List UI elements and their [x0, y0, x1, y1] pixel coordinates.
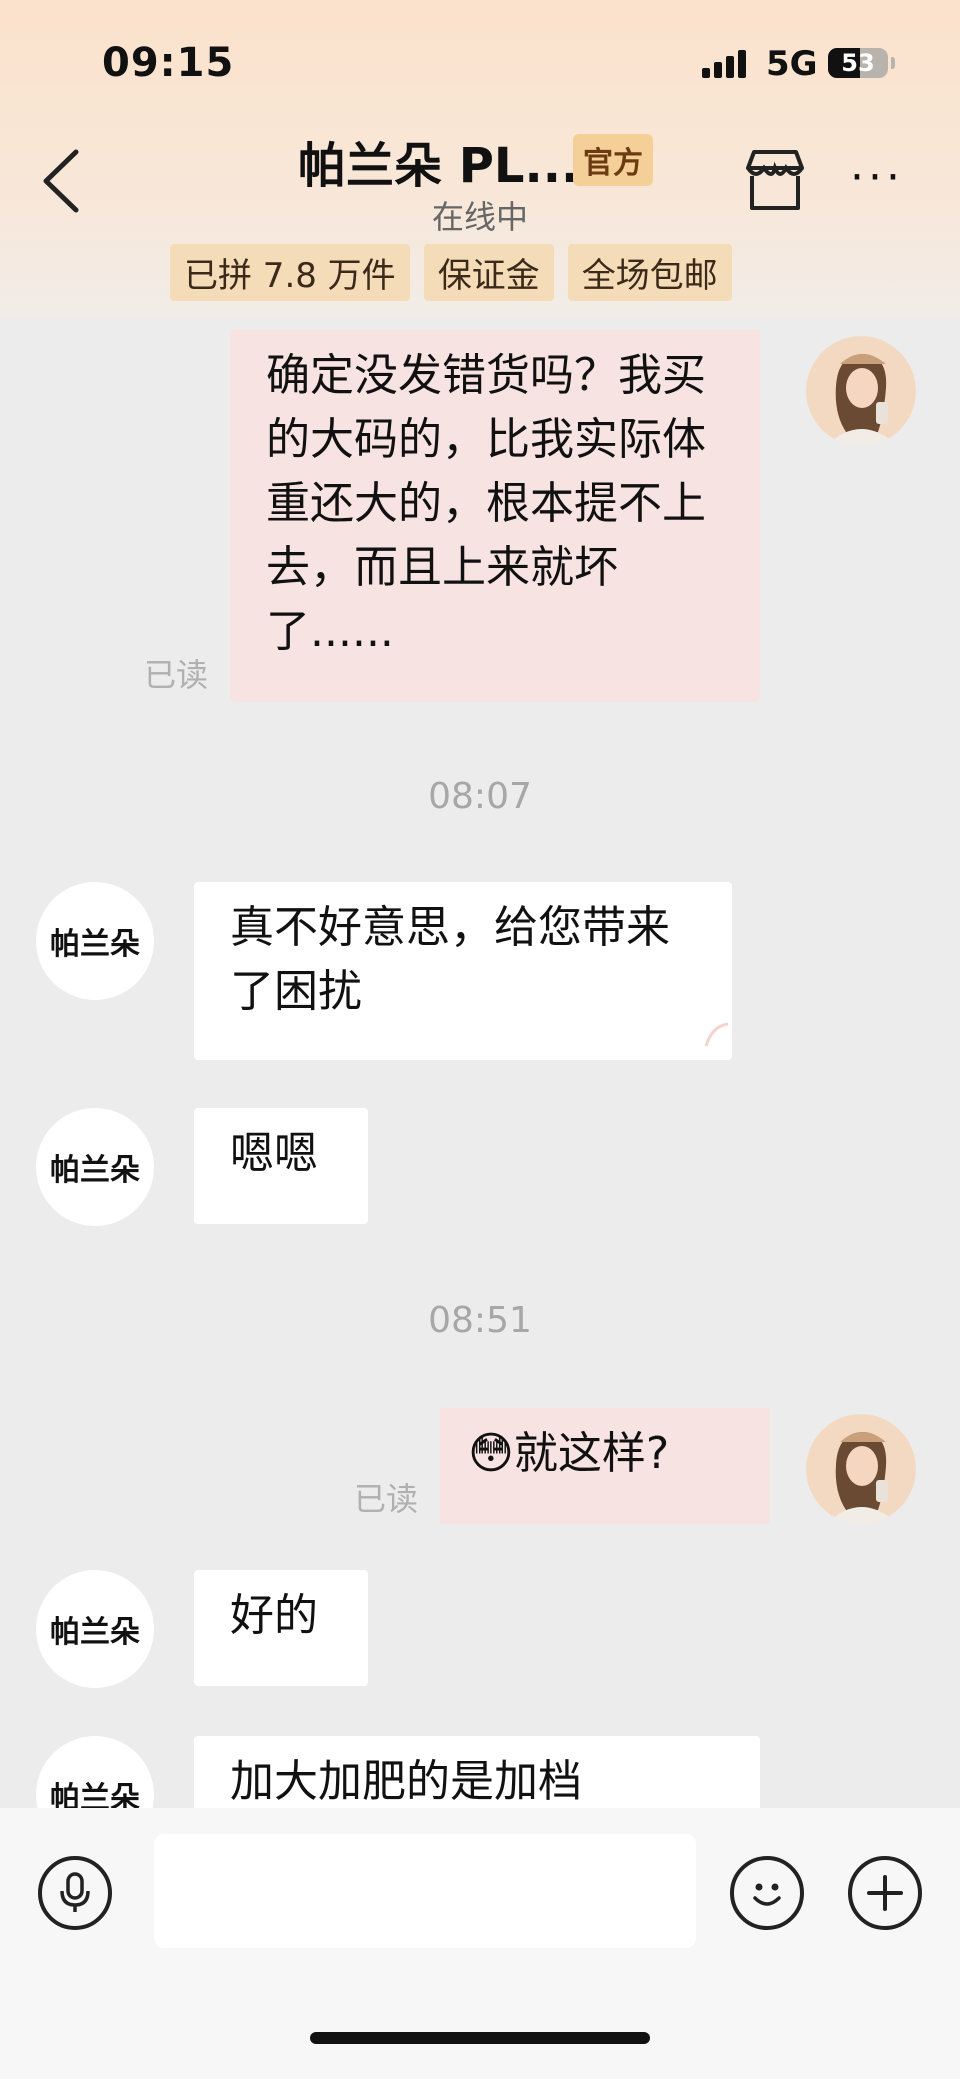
shop-avatar[interactable]: 帕兰朵: [36, 1108, 154, 1226]
message-bubble-shop[interactable]: 真不好意思，给您带来了困扰: [194, 882, 732, 1060]
flushed-emoji-icon: 😳: [468, 1428, 514, 1479]
status-time: 09:15: [102, 40, 235, 86]
online-status: 在线中: [431, 198, 528, 236]
timestamp: 08:51: [428, 1300, 532, 1341]
timestamp: 08:07: [428, 776, 532, 817]
read-receipt: 已读: [144, 656, 209, 694]
network-type: 5G: [766, 44, 818, 84]
user-avatar[interactable]: [806, 1414, 916, 1524]
more-options-icon[interactable]: ···: [850, 156, 904, 200]
battery-percent: 53: [841, 49, 875, 77]
message-bubble-shop[interactable]: 好的: [194, 1570, 368, 1686]
message-bubble-user[interactable]: 确定没发错货吗？我买的大码的，比我实际体重还大的，根本提不上去，而且上来就坏了.…: [230, 330, 760, 702]
user-avatar[interactable]: [806, 336, 916, 446]
message-bubble-user[interactable]: 😳就这样?: [440, 1408, 770, 1524]
watermark-icon: [704, 1022, 729, 1047]
tag-sold: 已拼 7.8 万件: [170, 244, 410, 301]
official-badge: 官方: [573, 134, 653, 186]
tag-deposit: 保证金: [423, 244, 554, 301]
message-text: 就这样?: [513, 1428, 670, 1479]
plus-icon[interactable]: [848, 1856, 922, 1930]
shop-avatar[interactable]: 帕兰朵: [36, 882, 154, 1000]
battery-tip: [891, 57, 895, 69]
message-input[interactable]: [154, 1834, 696, 1948]
tag-free-shipping: 全场包邮: [567, 244, 732, 301]
message-bubble-shop[interactable]: 嗯嗯: [194, 1108, 368, 1224]
home-indicator[interactable]: [310, 2032, 650, 2044]
shop-title[interactable]: 帕兰朵 PL...: [298, 126, 579, 196]
shop-tags: 已拼 7.8 万件 保证金 全场包邮: [170, 244, 732, 301]
read-receipt: 已读: [354, 1480, 419, 1518]
emoji-icon[interactable]: [730, 1856, 804, 1930]
battery-icon: 53: [828, 48, 888, 78]
microphone-icon[interactable]: [38, 1856, 112, 1930]
cellular-signal-icon: [702, 46, 746, 78]
store-icon[interactable]: [742, 146, 808, 216]
shop-avatar[interactable]: 帕兰朵: [36, 1570, 154, 1688]
